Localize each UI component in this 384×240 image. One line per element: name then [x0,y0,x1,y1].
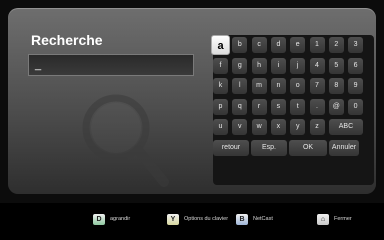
key-6[interactable]: 6 [348,57,364,74]
green-d-button-icon: D [93,213,105,225]
key-x[interactable]: x [270,119,286,135]
yellow-y-button-icon: Y [167,213,179,225]
key-[interactable]: @ [328,98,344,115]
key-5[interactable]: 5 [328,57,344,74]
key-abc[interactable]: ABC [328,119,364,135]
key-annuler[interactable]: Annuler [329,139,359,156]
key-y[interactable]: y [290,119,306,135]
key-r[interactable]: r [251,98,267,115]
key-4[interactable]: 4 [309,57,325,74]
key-u[interactable]: u [213,119,228,135]
key-w[interactable]: w [251,119,267,135]
key-ok[interactable]: OK [289,139,327,156]
key-esp[interactable]: Esp. [251,139,287,156]
key-e[interactable]: e [290,37,306,53]
key-v[interactable]: v [232,119,248,135]
key-t[interactable]: t [290,98,306,115]
footer-hint-netcast[interactable]: B NetCast [236,213,273,225]
key-j[interactable]: j [290,57,306,74]
footer-hint-agrandir[interactable]: Dagrandir [93,213,130,225]
key-h[interactable]: h [251,57,267,74]
footer-hint-fermer[interactable]: ⌂ Fermer [317,213,352,225]
key-i[interactable]: i [270,57,286,74]
key-retour[interactable]: retour [213,139,249,156]
home-button-icon: ⌂ [317,213,329,225]
blue-b-button-icon: B [236,213,248,225]
key-z[interactable]: z [309,119,325,135]
key-9[interactable]: 9 [348,78,364,94]
key-n[interactable]: n [270,78,286,94]
key-a[interactable]: a [211,35,230,55]
key-8[interactable]: 8 [328,78,344,94]
key-1[interactable]: 1 [309,37,325,53]
footer-hint-label: Fermer [334,216,352,222]
key-l[interactable]: l [232,78,248,94]
key-2[interactable]: 2 [328,37,344,53]
key-s[interactable]: s [270,98,286,115]
key-[interactable]: . [309,98,325,115]
footer-hint-label: agrandir [110,216,131,222]
search-input[interactable]: _ [28,54,194,76]
key-g[interactable]: g [232,57,248,74]
key-3[interactable]: 3 [348,37,364,53]
key-b[interactable]: b [232,37,248,53]
key-7[interactable]: 7 [309,78,325,94]
key-0[interactable]: 0 [348,98,364,115]
page-title: Recherche [31,32,103,48]
key-q[interactable]: q [232,98,248,115]
footer-hint-label: Options du clavier [184,216,229,222]
key-c[interactable]: c [251,37,267,53]
footer-hint-label: NetCast [253,216,273,222]
key-k[interactable]: k [213,78,228,94]
key-o[interactable]: o [290,78,306,94]
key-m[interactable]: m [251,78,267,94]
key-d[interactable]: d [270,37,286,53]
footer-hint-options-du-clavier[interactable]: Y Options du clavier [167,213,228,225]
key-p[interactable]: p [213,98,228,115]
key-f[interactable]: f [213,57,228,74]
magnifier-icon [82,94,169,187]
